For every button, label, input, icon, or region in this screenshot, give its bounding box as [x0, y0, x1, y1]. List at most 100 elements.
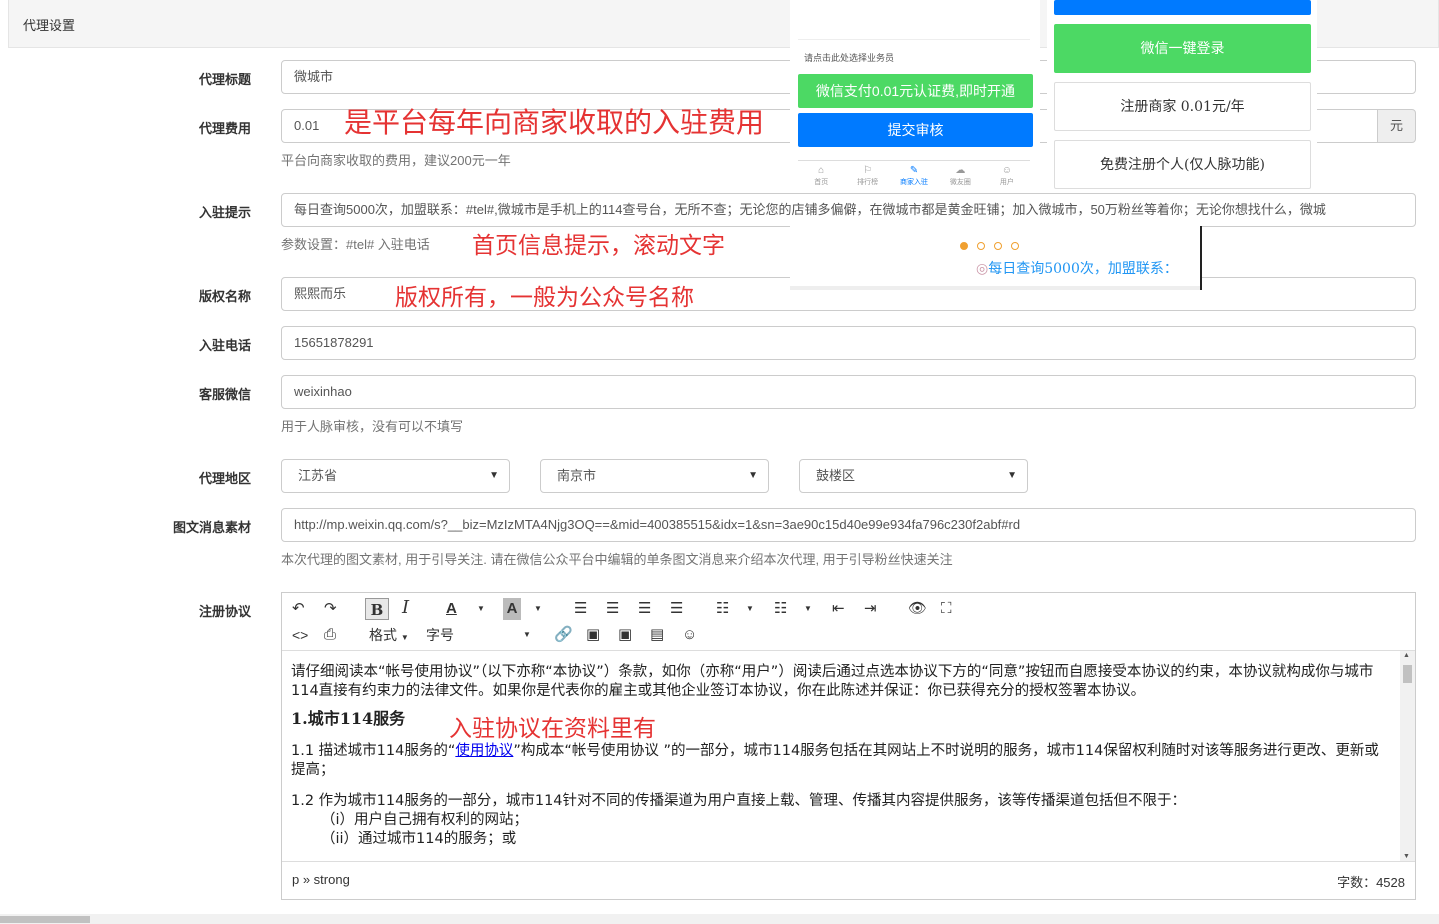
panel-title: 代理设置: [23, 18, 76, 33]
chevron-down-icon: ▼: [748, 470, 758, 481]
preview-tab: ⚐ 排行榜: [844, 161, 890, 190]
chevron-down-icon[interactable]: ▼: [534, 598, 542, 620]
city-select[interactable]: 南京市 ▼: [540, 459, 769, 493]
emoticon-icon[interactable]: ☺: [682, 624, 697, 646]
preview-select-tip: 请点击此处选择业务员: [804, 53, 895, 63]
marquee-label: 每日查询5000次，加盟联系：: [988, 261, 1178, 277]
agent-title-label: 代理标题: [198, 72, 251, 87]
province-select[interactable]: 江苏省 ▼: [281, 459, 510, 493]
annotation-copyright: 版权所有，一般为公众号名称: [395, 285, 694, 311]
scroll-down-icon[interactable]: ▼: [1403, 853, 1410, 860]
material-label: 图文消息素材: [172, 520, 251, 535]
chevron-down-icon[interactable]: ▼: [477, 598, 485, 620]
preview-tab-label: 商家入驻: [900, 179, 929, 186]
background-color-icon[interactable]: A: [503, 598, 521, 620]
chevron-down-icon: ▼: [400, 633, 409, 642]
chevron-down-icon[interactable]: ▼: [746, 598, 754, 620]
bullet-list-icon[interactable]: ☷: [716, 598, 729, 620]
carousel-dot: [1011, 242, 1019, 250]
fee-unit-addon: 元: [1377, 109, 1416, 143]
annotation-fee: 是平台每年向商家收取的入驻费用: [344, 106, 765, 139]
image-icon[interactable]: ▣: [586, 624, 600, 646]
carousel-dot: [960, 242, 968, 250]
editor-toolbar: ↶ ↷ B I A ▼ A ▼ ☰ ☰ ☰ ☰ ☷ ▼ ☷ ▼ ⇤ ⇥ 👁 ⛶ …: [282, 593, 1415, 651]
preview-tab: ☁ 微友圈: [937, 161, 983, 190]
agreement-clause-item: （i）用户自己拥有权利的网站；: [321, 812, 529, 828]
join-phone-input[interactable]: 15651878291: [281, 326, 1416, 360]
align-left-icon[interactable]: ☰: [574, 598, 587, 620]
join-tip-label: 入驻提示: [198, 205, 251, 220]
preview-tab-label: 首页: [814, 179, 829, 186]
preview-submit-button: 提交审核: [798, 113, 1033, 147]
join-tip-input[interactable]: 每日查询5000次，加盟联系：#tel#,微城市是手机上的114查号台，无所不查…: [281, 193, 1416, 227]
preview-tab-label: 用户: [999, 179, 1014, 186]
annotation-tip: 首页信息提示，滚动文字: [472, 233, 725, 259]
preview-register-personal: 免费注册个人(仅人脉功能): [1054, 140, 1311, 189]
print-icon[interactable]: ⎙: [324, 624, 336, 646]
scrollbar-thumb[interactable]: [1403, 665, 1412, 683]
fee-help-text: 平台向商家收取的费用，建议200元一年: [281, 153, 511, 168]
phone-preview-login: 微信一键登录 注册商家 0.01元/年 免费注册个人(仅人脉功能): [1047, 0, 1317, 190]
usage-agreement-link[interactable]: 使用协议: [455, 743, 513, 759]
preview-eye-icon[interactable]: 👁: [908, 598, 927, 620]
phone-preview-join: 请点击此处选择业务员 微信支付0.01元认证费,即时开通 提交审核 ⌂ 首页 ⚐ 排…: [790, 0, 1040, 190]
video-icon[interactable]: ▤: [650, 624, 664, 646]
preview-divider: [1200, 226, 1202, 290]
chevron-down-icon: ▼: [1007, 470, 1017, 481]
format-dropdown-label: 格式: [369, 627, 397, 643]
region-label: 代理地区: [198, 471, 251, 486]
preview-tab: ⌂ 首页: [798, 161, 844, 190]
numbered-list-icon[interactable]: ☷: [774, 598, 787, 620]
font-color-icon[interactable]: A: [446, 598, 457, 620]
chevron-down-icon: ▼: [489, 470, 499, 481]
undo-icon[interactable]: ↶: [292, 598, 305, 620]
fullscreen-icon[interactable]: ⛶: [941, 598, 952, 620]
outdent-icon[interactable]: ⇤: [832, 598, 845, 620]
bold-button[interactable]: B: [365, 598, 389, 620]
scrollbar-thumb[interactable]: [0, 916, 90, 923]
carousel-dot: [994, 242, 1002, 250]
preview-tab: ✎ 商家入驻: [891, 161, 937, 190]
scroll-up-icon[interactable]: ▲: [1403, 652, 1410, 659]
preview-tab: ☺ 用户: [984, 161, 1030, 190]
agent-fee-label: 代理费用: [198, 121, 251, 136]
word-count: 字数：4528: [1337, 875, 1405, 890]
preview-topbar: [798, 0, 1030, 40]
editor-scrollbar[interactable]: ▲ ▼: [1400, 651, 1415, 861]
chevron-down-icon[interactable]: ▼: [523, 624, 531, 646]
multi-image-icon[interactable]: ▣: [618, 624, 632, 646]
chevron-down-icon[interactable]: ▼: [804, 598, 812, 620]
editor-content[interactable]: 请仔细阅读本“帐号使用协议”（以下亦称“本协议”）条款，如你（亦称“用户”）阅读…: [282, 651, 1402, 861]
material-help-text: 本次代理的图文素材, 用于引导关注. 请在微信公众平台中编辑的单条图文消息来介绍…: [281, 552, 953, 567]
redo-icon[interactable]: ↷: [324, 598, 337, 620]
page-horizontal-scrollbar[interactable]: [0, 914, 1439, 924]
align-right-icon[interactable]: ☰: [638, 598, 651, 620]
align-center-icon[interactable]: ☰: [606, 598, 619, 620]
copyright-label: 版权名称: [198, 289, 251, 304]
district-select[interactable]: 鼓楼区 ▼: [799, 459, 1028, 493]
join-tip-help: 参数设置：#tel# 入驻电话: [281, 237, 430, 252]
clause-text: 1.1 描述城市114服务的“: [291, 743, 456, 759]
preview-blue-button: [1054, 0, 1311, 15]
carousel-dot: [977, 242, 985, 250]
user-icon: ☺: [1001, 165, 1012, 176]
align-justify-icon[interactable]: ☰: [670, 598, 683, 620]
province-value: 江苏省: [298, 468, 338, 483]
material-url-input[interactable]: http://mp.weixin.qq.com/s?__biz=MzIzMTA4…: [281, 508, 1416, 542]
preview-login-button: 微信一键登录: [1054, 24, 1311, 73]
italic-button[interactable]: I: [402, 597, 409, 619]
rich-text-editor[interactable]: ↶ ↷ B I A ▼ A ▼ ☰ ☰ ☰ ☰ ☷ ▼ ☷ ▼ ⇤ ⇥ 👁 ⛶ …: [281, 592, 1416, 900]
indent-icon[interactable]: ⇥: [864, 598, 877, 620]
city-value: 南京市: [557, 468, 597, 483]
font-size-dropdown-label: 字号: [426, 627, 454, 643]
agreement-paragraph: 请仔细阅读本“帐号使用协议”（以下亦称“本协议”）条款，如你（亦称“用户”）阅读…: [291, 664, 1374, 699]
preview-marquee-text: ◎每日查询5000次，加盟联系：: [976, 258, 1178, 278]
link-icon[interactable]: 🔗: [554, 624, 573, 646]
flag-icon: ⚐: [863, 165, 873, 176]
source-code-icon[interactable]: <>: [292, 624, 308, 646]
preview-register-merchant: 注册商家 0.01元/年: [1054, 82, 1311, 131]
agreement-label: 注册协议: [198, 604, 251, 619]
font-size-dropdown[interactable]: 字号: [426, 624, 454, 646]
format-dropdown[interactable]: 格式 ▼: [369, 624, 409, 646]
service-wechat-input[interactable]: weixinhao: [281, 375, 1416, 409]
